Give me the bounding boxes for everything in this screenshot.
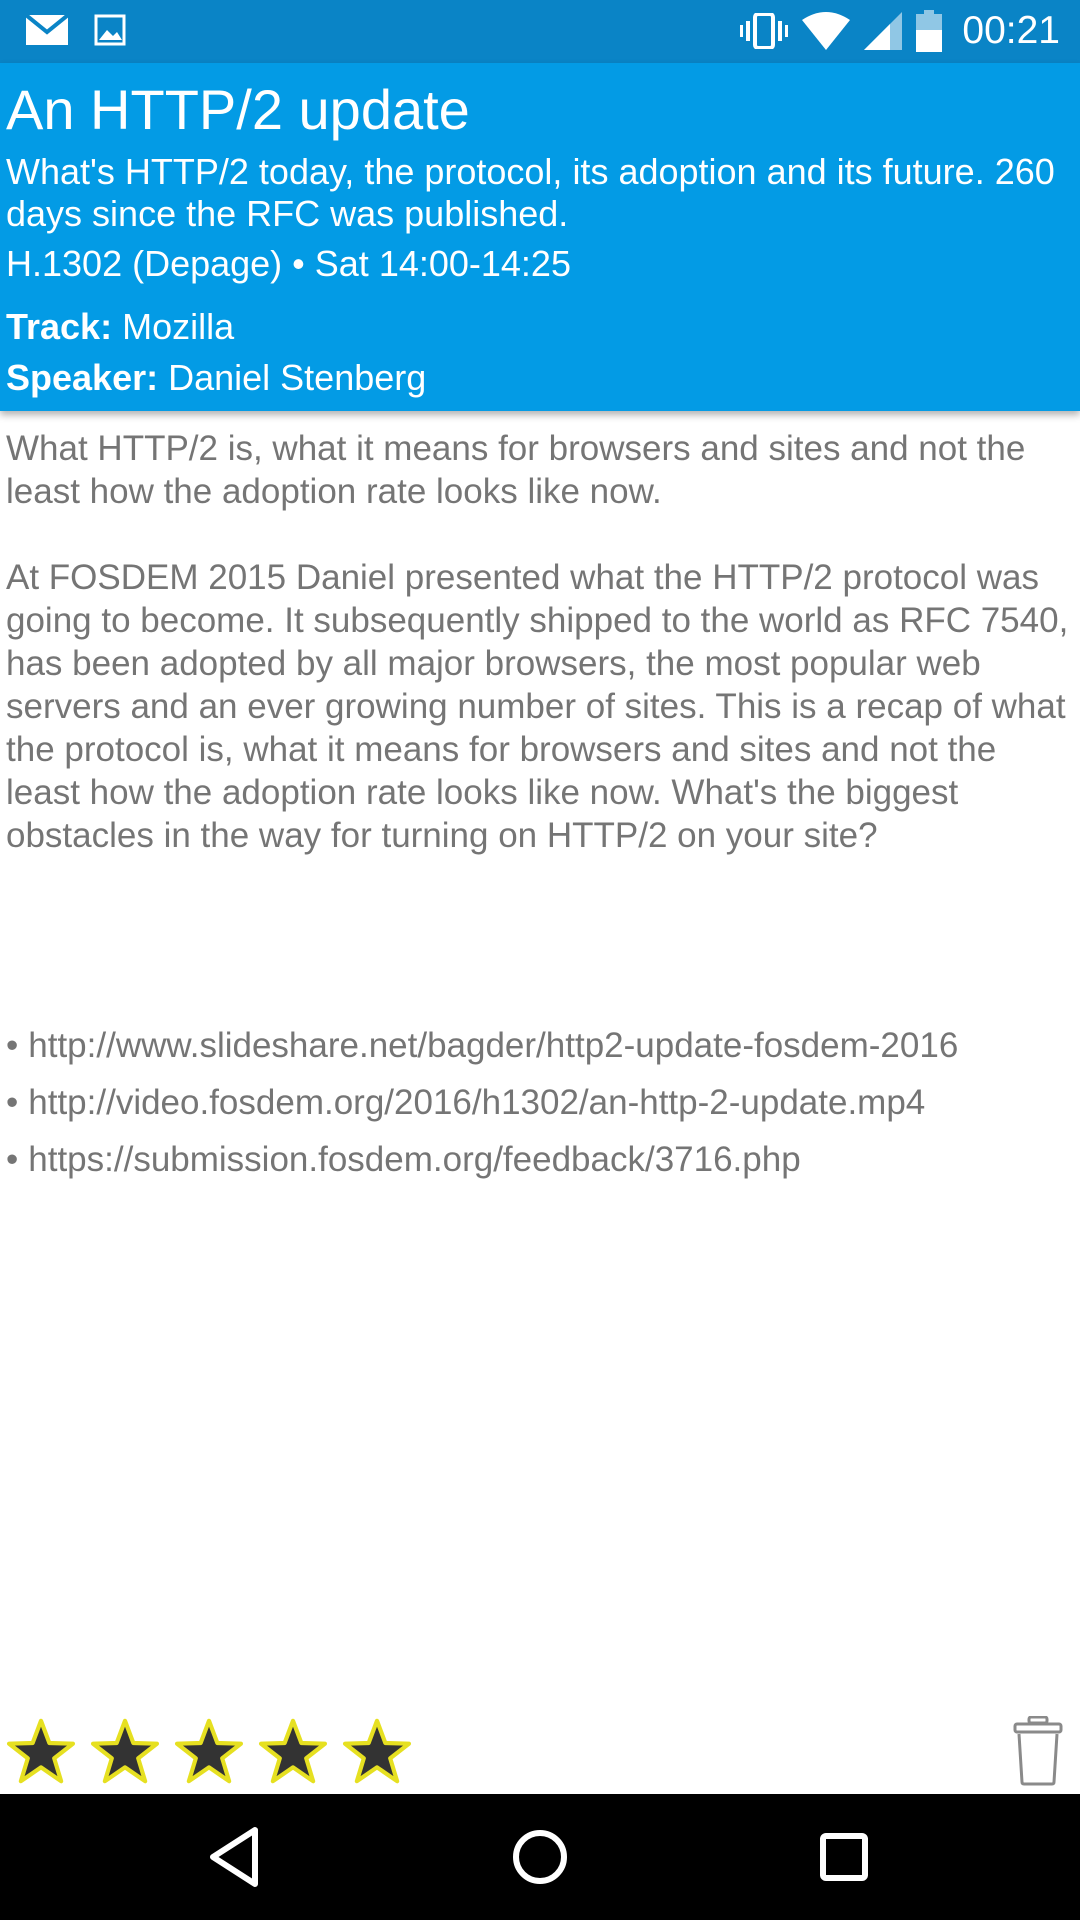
image-icon [94,14,126,46]
event-header: An HTTP/2 update What's HTTP/2 today, th… [0,63,1080,411]
event-room-time: H.1302 (Depage) • Sat 14:00-14:25 [6,243,571,284]
event-subtitle: What's HTTP/2 today, the protocol, its a… [6,151,1055,234]
link-bullet: • [6,1140,19,1179]
email-icon [26,15,68,45]
star-icon[interactable] [6,1718,76,1784]
link-item[interactable]: • http://www.slideshare.net/bagder/http2… [6,1017,1072,1074]
speaker-value[interactable]: Daniel Stenberg [168,357,426,398]
star-icon[interactable] [342,1718,412,1784]
star-icon[interactable] [258,1718,328,1784]
link-url[interactable]: http://www.slideshare.net/bagder/http2-u… [28,1017,958,1074]
home-icon[interactable] [507,1824,573,1890]
star-rating[interactable] [6,1718,412,1784]
status-time: 00:21 [962,9,1060,52]
event-title: An HTTP/2 update [6,78,470,141]
link-item[interactable]: • http://video.fosdem.org/2016/h1302/an-… [6,1074,1072,1131]
track-value: Mozilla [122,306,235,347]
event-description: At FOSDEM 2015 Daniel presented what the… [6,558,1069,855]
event-speaker: Speaker: Daniel Stenberg [6,356,426,400]
event-links: • http://www.slideshare.net/bagder/http2… [6,1017,1072,1188]
link-bullet: • [6,1083,19,1122]
trash-icon[interactable] [1012,1716,1064,1786]
battery-icon [916,10,943,52]
link-item[interactable]: • https://submission.fosdem.org/feedback… [6,1131,1072,1188]
speaker-label: Speaker: [6,357,159,398]
recents-icon[interactable] [811,1824,877,1890]
signal-icon [864,12,903,50]
wifi-icon [802,12,851,50]
event-content: What HTTP/2 is, what it means for browse… [6,427,1072,857]
navigation-bar [0,1794,1080,1920]
back-icon[interactable] [203,1824,269,1890]
vibrate-icon [740,13,789,49]
link-url[interactable]: http://video.fosdem.org/2016/h1302/an-ht… [28,1074,925,1131]
status-bar-system: 00:21 [740,8,1060,54]
event-track: Track: Mozilla [6,305,234,349]
star-icon[interactable] [90,1718,160,1784]
status-bar-notifications [26,14,126,46]
status-bar: 00:21 [0,0,1080,63]
track-label: Track: [6,306,113,347]
link-url[interactable]: https://submission.fosdem.org/feedback/3… [28,1131,800,1188]
event-abstract: What HTTP/2 is, what it means for browse… [6,429,1026,511]
link-bullet: • [6,1026,19,1065]
star-icon[interactable] [174,1718,244,1784]
